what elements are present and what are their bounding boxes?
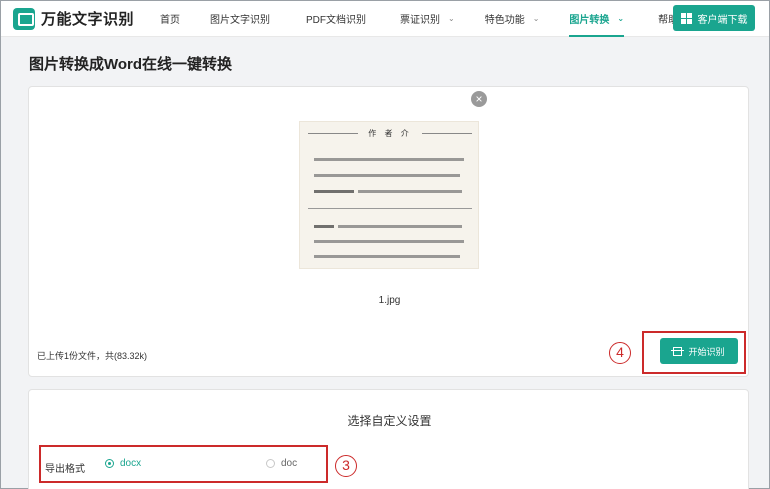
logo-text: 万能文字识别 [41,11,135,28]
step-number-4: 4 [609,342,631,364]
step-number-3: 3 [335,455,357,477]
remove-file-icon[interactable]: × [471,91,487,107]
nav-label: 特色功能 [484,15,525,26]
nav-item-ticket-ocr[interactable]: 票证识别 ⌄ [400,1,455,37]
callout-box-format [39,445,328,483]
nav-item-pdf-ocr[interactable]: PDF文档识别 [306,1,366,37]
chevron-down-icon: ⌄ [448,14,455,23]
chevron-down-icon: ⌄ [617,14,625,23]
nav-label: 票证识别 [400,15,441,26]
nav-label: PDF文档识别 [306,15,367,26]
nav-item-featured[interactable]: 特色功能 ⌄ [485,1,540,37]
scanner-logo-icon [13,7,35,30]
nav-item-home[interactable]: 首页 [160,1,180,37]
download-label: 客户端下载 [697,14,748,26]
nav-label: 图片文字识别 [210,15,271,26]
client-download-button[interactable]: 客户端下载 [673,5,755,31]
callout-box-start [642,331,746,374]
nav-item-image-text-ocr[interactable]: 图片文字识别 [210,1,270,37]
file-name: 1.jpg [378,295,401,306]
nav-label: 首页 [160,15,181,26]
preview-divider [308,208,472,209]
logo[interactable]: 万能文字识别 [13,7,135,30]
nav-item-image-convert[interactable]: 图片转换 ⌄ [569,1,624,37]
main-nav: 首页 图片文字识别 PDF文档识别 票证识别 ⌄ 特色功能 ⌄ 图片转换 ⌄ 帮… [154,1,698,37]
upload-status: 已上传1份文件，共(83.32k) [37,351,148,361]
preview-heading: 作 者 介 [300,128,478,140]
nav-label: 图片转换 [569,15,610,26]
chevron-down-icon: ⌄ [532,14,540,23]
settings-title: 选择自定义设置 [347,414,432,428]
windows-icon [680,12,692,24]
upload-panel: × 作 者 介 1.jpg 已上传1份文件，共(83.32k) 开始识别 [28,86,749,377]
image-preview: 作 者 介 [299,121,479,269]
top-navigation-bar: 万能文字识别 首页 图片文字识别 PDF文档识别 票证识别 ⌄ 特色功能 ⌄ 图… [1,1,769,37]
page-title: 图片转换成Word在线一键转换 [29,56,233,73]
